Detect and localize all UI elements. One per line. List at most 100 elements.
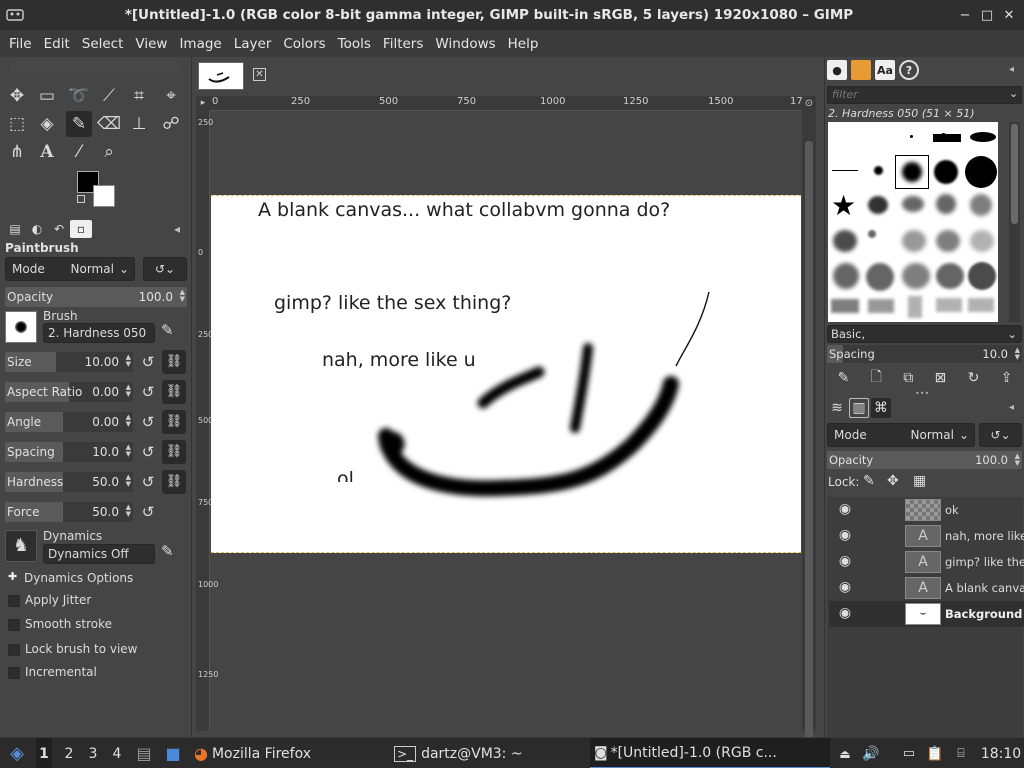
image-tab[interactable] [198,62,244,90]
brush-as-image-icon[interactable]: ⇪ [1001,370,1013,386]
brush-swatch[interactable] [874,166,883,175]
layer-mode-combo[interactable]: Mode Normal ⌄ [827,423,975,447]
brush-tag-combo[interactable]: Basic, ⌄ [827,325,1022,343]
brush-swatch[interactable] [968,262,996,290]
reset-size-icon[interactable]: ↺ [138,352,158,372]
visibility-eye-icon[interactable]: ◉ [834,527,856,545]
edit-brush-icon[interactable]: ✎ [161,321,174,339]
clipboard-icon[interactable]: 📋 [926,738,944,768]
taskbar-gimp[interactable]: ◙ *[Untitled]-1.0 (RGB c... [590,738,830,768]
edit-dynamics-icon[interactable]: ✎ [161,542,174,560]
help-tab-icon[interactable]: ? [899,60,919,80]
brush-scrollbar[interactable] [1009,122,1020,322]
chevron-down-icon[interactable]: ⌄ [1009,87,1018,100]
dynamics-options-expander[interactable]: Dynamics Options [24,571,133,585]
default-colors-icon[interactable] [77,195,85,203]
menu-edit[interactable]: Edit [39,36,75,52]
pane-handle-icon[interactable]: ••• [915,389,929,398]
taskbar-firefox[interactable]: ◕ Mozilla Firefox [194,738,384,768]
rect-select-tool-icon[interactable]: ▭ [34,83,60,109]
menu-image[interactable]: Image [174,36,226,52]
reset-hardness-icon[interactable]: ↺ [138,472,158,492]
patterns-tab-icon[interactable] [851,60,871,80]
workspace-1[interactable]: 1 [36,738,52,768]
fuzzy-select-tool-icon[interactable]: ⟋ [96,83,122,109]
menu-file[interactable]: File [4,36,37,52]
layer-row[interactable]: ◉ ok [829,497,1024,523]
warp-tool-icon[interactable]: ⋔ [4,139,30,165]
visibility-eye-icon[interactable]: ◉ [834,579,856,597]
display-icon[interactable]: ▭ [900,738,918,768]
brush-swatch[interactable] [868,299,894,313]
minimize-button[interactable]: − [954,8,976,23]
text-tool-icon[interactable]: A [34,139,60,165]
brush-swatch[interactable] [868,230,876,238]
eject-icon[interactable]: ⏏ [836,738,854,768]
menu-colors[interactable]: Colors [278,36,330,52]
aspect-ratio-slider[interactable]: Aspect Ratio 0.00 ▲ ▼ [5,382,133,402]
mode-combo[interactable]: Mode Normal ⌄ [5,257,135,281]
brush-swatch[interactable] [902,230,926,252]
brush-spacing-slider[interactable]: Spacing 10.0 ▲ ▼ [827,345,1022,363]
brush-swatch[interactable] [868,196,888,214]
brush-swatch[interactable] [831,299,859,313]
brush-swatch[interactable] [965,156,997,188]
dock-menu-icon[interactable]: ◂ [1009,402,1014,413]
hardness-slider[interactable]: Hardness 50.0 ▲ ▼ [5,472,133,492]
reset-aspect-icon[interactable]: ↺ [138,382,158,402]
angle-slider[interactable]: Angle 0.00 ▲ ▼ [5,412,133,432]
menu-select[interactable]: Select [77,36,129,52]
size-slider[interactable]: Size 10.00 ▲ ▼ [5,352,133,372]
brush-filter-input[interactable]: filter [827,86,1022,104]
menu-windows[interactable]: Windows [430,36,500,52]
horizontal-ruler[interactable]: 0 250 500 750 1000 1250 1500 1750 [210,96,815,111]
brush-swatch[interactable] [866,263,894,291]
dock-menu-icon[interactable]: ◂ [1009,64,1014,75]
layer-row[interactable]: ◉ A nah, more like [829,523,1024,549]
channels-tab-icon[interactable]: ▥ [849,398,869,418]
link-spacing-icon[interactable]: ⛓ [162,440,186,464]
spin-icon[interactable]: ▲ ▼ [126,414,131,428]
spin-icon[interactable]: ▲ ▼ [126,384,131,398]
reset-spacing-icon[interactable]: ↺ [138,442,158,462]
layer-row[interactable]: ◉ A A blank canva [829,575,1024,601]
force-slider[interactable]: Force 50.0 ▲ ▼ [5,502,133,522]
fonts-tab-icon[interactable]: Aa [875,60,895,80]
apply-jitter-checkbox[interactable] [8,595,20,607]
brush-swatch[interactable] [936,194,956,214]
undo-history-tab-icon[interactable]: ↶ [48,220,70,238]
duplicate-brush-icon[interactable]: ⧉ [903,370,913,386]
bucket-fill-tool-icon[interactable]: ◈ [34,111,60,137]
brush-combo[interactable]: 2. Hardness 050 [43,323,155,343]
lock-brush-checkbox[interactable] [8,644,20,656]
visibility-eye-icon[interactable]: ◉ [834,501,856,519]
brush-swatch[interactable] [832,170,858,171]
spin-icon[interactable]: ▲ ▼ [1015,453,1020,467]
brush-swatch[interactable] [968,298,994,312]
workspace-2[interactable]: 2 [61,738,77,768]
menu-layer[interactable]: Layer [229,36,277,52]
brush-swatch[interactable] [833,230,857,252]
spin-icon[interactable]: ▲ ▼ [126,444,131,458]
paths-tab-icon[interactable]: ⌘ [871,398,891,418]
layer-row-selected[interactable]: ◉ ⌣ Background [829,601,1024,627]
layer-opacity-slider[interactable]: Opacity 100.0 ▲ ▼ [827,451,1022,469]
menu-view[interactable]: View [130,36,172,52]
spin-icon[interactable]: ▲ ▼ [1015,347,1020,361]
network-icon[interactable]: ⌸ [952,738,970,768]
layer-row[interactable]: ◉ A gimp? like the [829,549,1024,575]
color-picker-tool-icon[interactable]: ⁄ [66,139,92,165]
star-brush-icon[interactable]: ★ [831,192,856,220]
image-canvas[interactable]: A blank canvas... what collabvm gonna do… [211,195,801,553]
zoom-lock-icon[interactable]: ⊙ [802,96,816,111]
show-desktop-icon[interactable]: ■ [162,738,184,768]
layers-tab-icon[interactable]: ≋ [827,398,847,418]
menu-filters[interactable]: Filters [378,36,428,52]
brush-preview[interactable] [5,311,37,343]
expander-icon[interactable]: ✚ [8,570,17,583]
brush-swatch[interactable] [902,263,930,289]
images-tab-icon[interactable]: ▫ [70,220,92,238]
brush-swatch[interactable] [936,263,964,289]
workspace-4[interactable]: 4 [109,738,125,768]
dynamics-combo[interactable]: Dynamics Off [43,544,155,564]
